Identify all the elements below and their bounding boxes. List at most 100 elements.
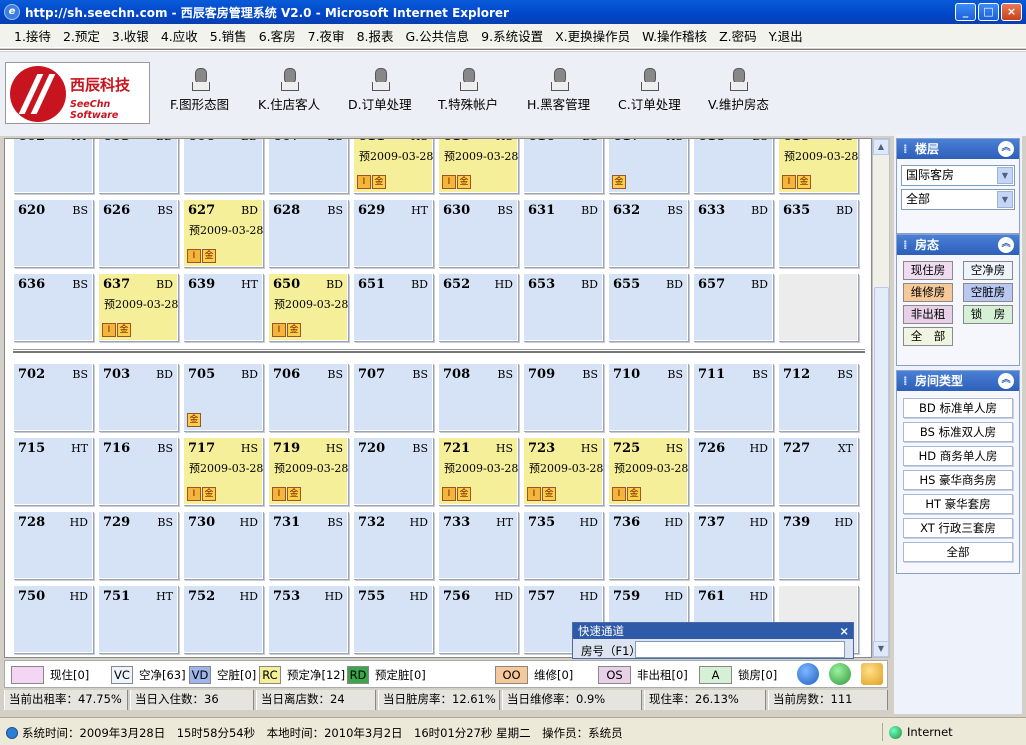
- room-cell[interactable]: 727 XT: [778, 437, 858, 505]
- room-cell[interactable]: 726 HD: [693, 437, 773, 505]
- room-cell[interactable]: 717 HS 预2009-03-28 I 金: [183, 437, 263, 505]
- collapse-icon[interactable]: ︽: [998, 373, 1014, 389]
- room-type-xt-button[interactable]: XT 行政三套房: [903, 518, 1013, 538]
- collapse-icon[interactable]: ︽: [998, 141, 1014, 157]
- room-map-scrollbar[interactable]: ▲ ▼: [872, 138, 890, 658]
- room-cell[interactable]: 709 BS: [523, 363, 603, 431]
- menu-item-receivable[interactable]: 4.应收: [161, 26, 198, 45]
- room-cell[interactable]: 705 BD 金: [183, 363, 263, 431]
- room-type-section-header[interactable]: ⁞ 房间类型 ︽: [897, 371, 1019, 391]
- room-cell[interactable]: 732 HD: [353, 511, 433, 579]
- room-cell[interactable]: 706 BS: [268, 363, 348, 431]
- room-cell[interactable]: 635 BD: [778, 199, 858, 267]
- room-cell[interactable]: 652 HD: [438, 273, 518, 341]
- room-cell[interactable]: 715 HT: [13, 437, 93, 505]
- room-cell[interactable]: 628 BS: [268, 199, 348, 267]
- room-type-ht-button[interactable]: HT 豪华套房: [903, 494, 1013, 514]
- status-locked-button[interactable]: 锁 房: [963, 305, 1013, 324]
- room-cell[interactable]: 619 HS 预2009-03-28 I金: [778, 139, 858, 193]
- room-cell[interactable]: 702 BS: [13, 363, 93, 431]
- floor-section-header[interactable]: ⁞ 楼层 ︽: [897, 139, 1019, 159]
- minimize-button[interactable]: _: [955, 3, 976, 21]
- room-cell[interactable]: 636 BS: [13, 273, 93, 341]
- room-cell[interactable]: 711 BS: [693, 363, 773, 431]
- room-cell[interactable]: 707 BS: [353, 363, 433, 431]
- room-cell[interactable]: 602 HT: [13, 139, 93, 193]
- room-cell[interactable]: 617 HS 金: [608, 139, 688, 193]
- close-icon[interactable]: ×: [839, 623, 849, 639]
- floor-select[interactable]: 全部 ▼: [901, 189, 1015, 210]
- room-cell[interactable]: 731 BS: [268, 511, 348, 579]
- menu-item-reception[interactable]: 1.接待: [14, 26, 51, 45]
- toolbar-maintain-room-status[interactable]: V.维护房态: [708, 68, 769, 113]
- scroll-up-arrow[interactable]: ▲: [873, 139, 889, 155]
- room-cell[interactable]: 723 HS 预2009-03-28 I 金: [523, 437, 603, 505]
- menu-item-rooms[interactable]: 6.客房: [259, 26, 296, 45]
- room-cell[interactable]: 639 HT: [183, 273, 263, 341]
- room-cell[interactable]: 607 BS: [268, 139, 348, 193]
- room-cell[interactable]: 721 HS 预2009-03-28 I 金: [438, 437, 518, 505]
- menu-item-sales[interactable]: 5.销售: [210, 26, 247, 45]
- room-number-input[interactable]: [635, 641, 845, 658]
- room-cell[interactable]: 630 BS: [438, 199, 518, 267]
- room-cell[interactable]: 755 HD: [353, 585, 433, 653]
- room-cell[interactable]: 730 HD: [183, 511, 263, 579]
- close-button[interactable]: ×: [1001, 3, 1022, 21]
- menu-item-password[interactable]: Z.密码: [719, 26, 757, 45]
- status-occupied-button[interactable]: 现住房: [903, 261, 953, 280]
- menu-item-night-audit[interactable]: 7.夜审: [308, 26, 345, 45]
- room-cell[interactable]: 751 HT: [98, 585, 178, 653]
- room-cell[interactable]: 756 HD: [438, 585, 518, 653]
- room-cell[interactable]: 733 HT: [438, 511, 518, 579]
- room-cell[interactable]: 629 HT: [353, 199, 433, 267]
- scroll-down-arrow[interactable]: ▼: [873, 641, 889, 657]
- toolbar-special-accounts[interactable]: T.特殊帐户: [438, 68, 498, 113]
- toolbar-blacklist[interactable]: H.黑客管理: [527, 68, 590, 113]
- room-cell[interactable]: 750 HD: [13, 585, 93, 653]
- status-vacant-dirty-button[interactable]: 空脏房: [963, 283, 1013, 302]
- room-cell[interactable]: 752 HD: [183, 585, 263, 653]
- building-select[interactable]: 国际客房 ▼: [901, 165, 1015, 186]
- room-cell[interactable]: 626 BS: [98, 199, 178, 267]
- room-cell[interactable]: 703 BD: [98, 363, 178, 431]
- room-cell[interactable]: 720 BS: [353, 437, 433, 505]
- room-type-hd-button[interactable]: HD 商务单人房: [903, 446, 1013, 466]
- toolbar-room-map[interactable]: F.图形态图: [170, 68, 229, 113]
- chevron-down-icon[interactable]: ▼: [997, 167, 1013, 184]
- room-cell[interactable]: 618 BS: [693, 139, 773, 193]
- room-cell[interactable]: 631 BD: [523, 199, 603, 267]
- room-cell[interactable]: 606 BD: [183, 139, 263, 193]
- room-cell[interactable]: 736 HD: [608, 511, 688, 579]
- room-cell[interactable]: 735 HD: [523, 511, 603, 579]
- menu-item-change-operator[interactable]: X.更换操作员: [555, 26, 630, 45]
- room-cell[interactable]: 739 HD: [778, 511, 858, 579]
- room-cell[interactable]: 708 BS: [438, 363, 518, 431]
- room-cell[interactable]: 725 HS 预2009-03-28 I 金: [608, 437, 688, 505]
- room-cell[interactable]: 615 HS 预2009-03-28 I金: [438, 139, 518, 193]
- room-cell[interactable]: 651 BD: [353, 273, 433, 341]
- room-cell[interactable]: 728 HD: [13, 511, 93, 579]
- menu-item-reports[interactable]: 8.报表: [357, 26, 394, 45]
- room-cell[interactable]: 603 BD: [98, 139, 178, 193]
- scroll-thumb[interactable]: [874, 287, 889, 649]
- room-type-all-button[interactable]: 全部: [903, 542, 1013, 562]
- room-cell[interactable]: 627 BD 预2009-03-28 I 金: [183, 199, 263, 267]
- room-cell[interactable]: 716 BS: [98, 437, 178, 505]
- status-repair-button[interactable]: 维修房: [903, 283, 953, 302]
- room-cell[interactable]: 611 HS 预2009-03-28 I金: [353, 139, 433, 193]
- menu-item-settings[interactable]: 9.系统设置: [481, 26, 543, 45]
- room-cell[interactable]: 712 BS: [778, 363, 858, 431]
- status-vacant-clean-button[interactable]: 空净房: [963, 261, 1013, 280]
- status-out-of-service-button[interactable]: 非出租: [903, 305, 953, 324]
- room-cell[interactable]: 719 HS 预2009-03-28 I 金: [268, 437, 348, 505]
- menu-item-public-info[interactable]: G.公共信息: [406, 26, 470, 45]
- room-type-bd-button[interactable]: BD 标准单人房: [903, 398, 1013, 418]
- room-cell[interactable]: 710 BS: [608, 363, 688, 431]
- refresh-icon[interactable]: [797, 663, 819, 685]
- room-cell[interactable]: 737 HD: [693, 511, 773, 579]
- message-icon[interactable]: [829, 663, 851, 685]
- room-cell[interactable]: 655 BD: [608, 273, 688, 341]
- room-type-hs-button[interactable]: HS 豪华商务房: [903, 470, 1013, 490]
- room-cell[interactable]: 653 BD: [523, 273, 603, 341]
- settings-icon[interactable]: [861, 663, 883, 685]
